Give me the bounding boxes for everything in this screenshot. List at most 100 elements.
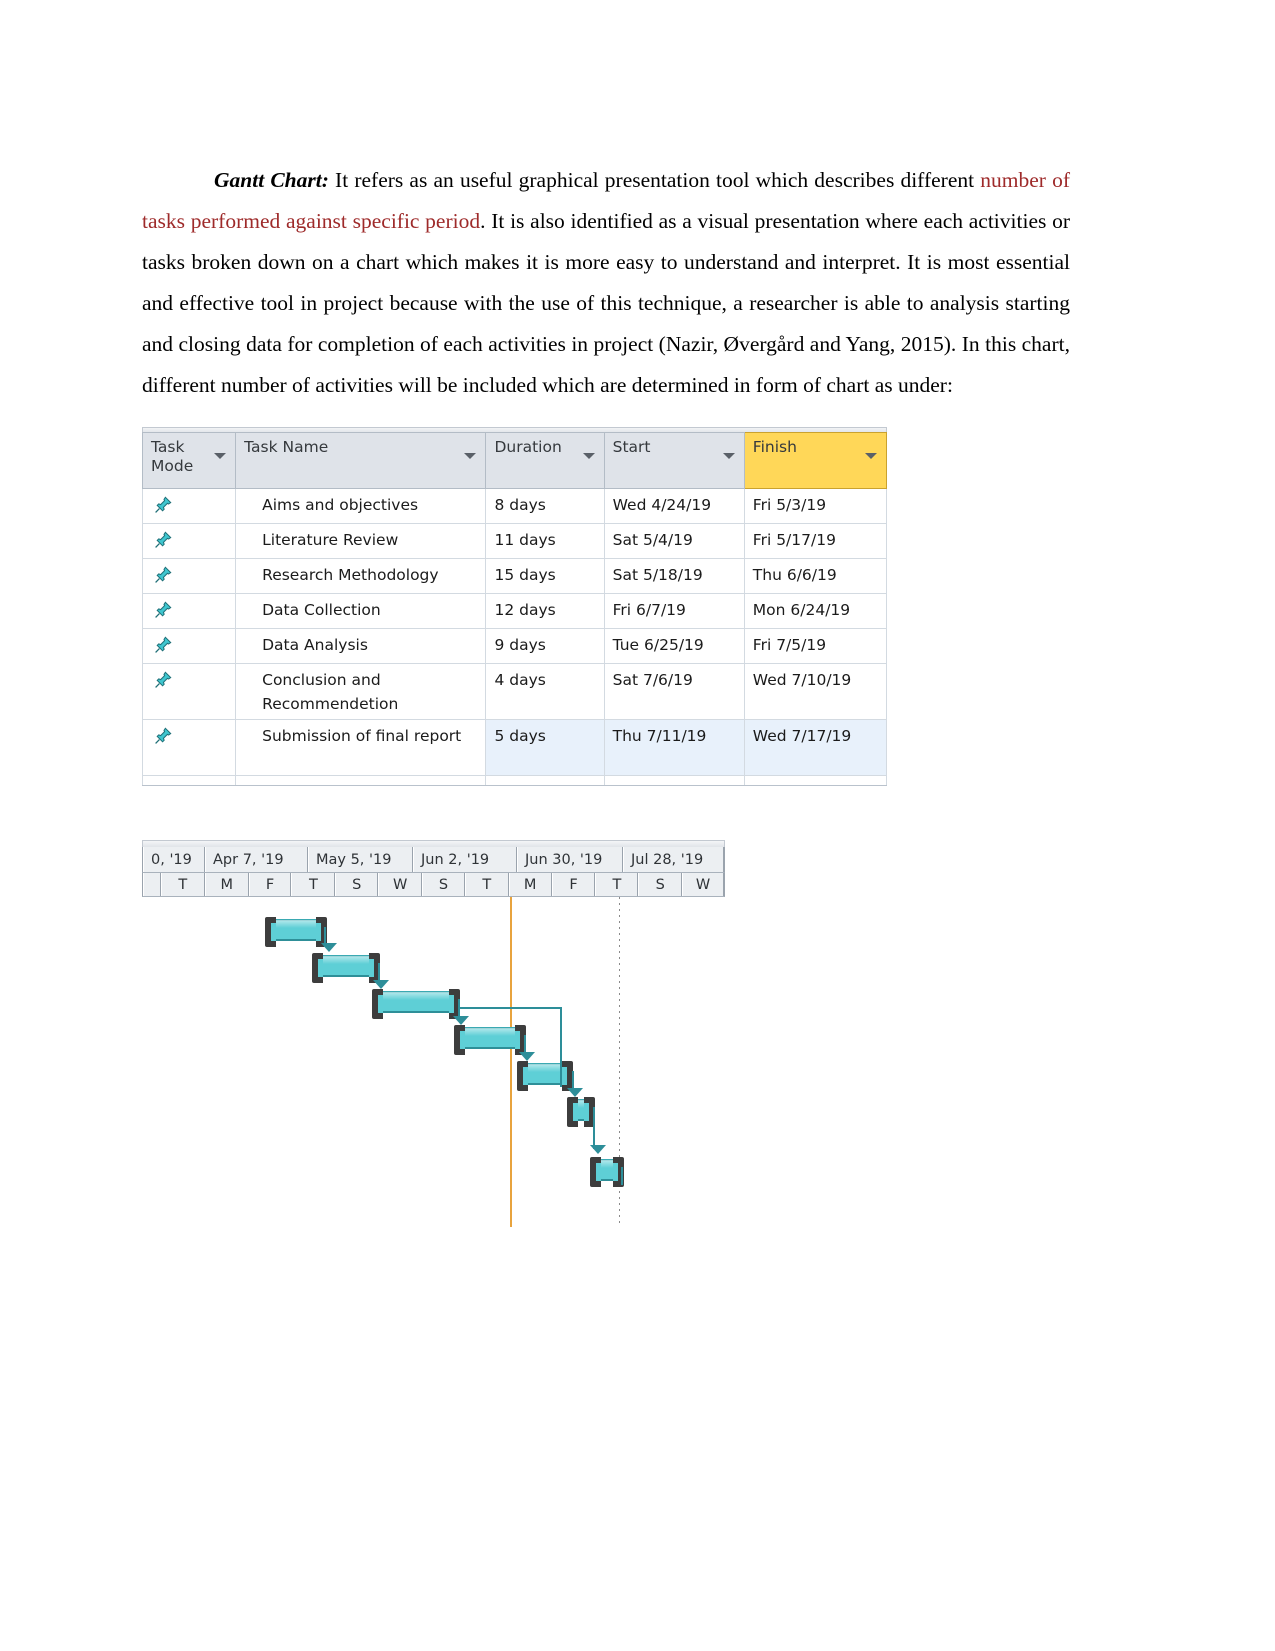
chevron-down-icon[interactable] — [722, 453, 735, 459]
bar-cap-left — [372, 989, 383, 1019]
cell-start[interactable]: Sat 5/18/19 — [603, 558, 745, 594]
gantt-bar-conclusion-and-recommendetion[interactable] — [567, 1097, 595, 1127]
cell-start[interactable]: Thu 7/11/19 — [603, 719, 745, 776]
table-body: Aims and objectives 8 days Wed 4/24/19 F… — [141, 488, 888, 786]
today-marker-line — [510, 897, 512, 1227]
gantt-bar-research-methodology[interactable] — [372, 989, 460, 1019]
bar-highlight — [458, 1028, 522, 1036]
pushpin-icon — [153, 600, 173, 620]
column-label-start: Start — [612, 438, 651, 456]
cell-start[interactable]: Wed 4/24/19 — [603, 488, 745, 524]
column-header-start[interactable]: Start — [603, 432, 745, 489]
column-header-task-mode[interactable]: Task Mode — [141, 432, 237, 489]
bar-cap-left — [567, 1097, 578, 1127]
cell-duration[interactable]: 11 days — [485, 523, 605, 559]
table-row[interactable]: Data Analysis 9 days Tue 6/25/19 Fri 7/5… — [141, 628, 888, 664]
cell-finish[interactable]: Wed 7/17/19 — [743, 719, 888, 776]
column-header-task-name[interactable]: Task Name — [235, 432, 487, 489]
cell-task-name[interactable]: Aims and objectives — [235, 488, 487, 524]
cell-task-name[interactable]: Data Collection — [235, 593, 487, 629]
column-header-duration[interactable]: Duration — [485, 432, 605, 489]
timeline-minor-tick: W — [682, 873, 724, 896]
timeline-major-tick: 0, '19 — [143, 847, 205, 872]
gantt-body — [142, 897, 725, 1227]
table-row[interactable]: Conclusion and Recommendetion 4 days Sat… — [141, 663, 888, 720]
cell-task-mode[interactable] — [141, 663, 237, 720]
cell-task-name[interactable]: Submission of final report — [235, 719, 487, 776]
cell-duration[interactable]: 8 days — [485, 488, 605, 524]
cell-start[interactable]: Sat 7/6/19 — [603, 663, 745, 720]
cell-task-name[interactable]: Literature Review — [235, 523, 487, 559]
cell-empty — [235, 775, 487, 786]
timeline-minor-tick: F — [551, 873, 596, 896]
cell-duration[interactable]: 15 days — [485, 558, 605, 594]
bar-cap-left — [590, 1157, 601, 1187]
bar-highlight — [376, 992, 456, 1000]
cell-finish[interactable]: Thu 6/6/19 — [743, 558, 888, 594]
table-row[interactable]: Literature Review 11 days Sat 5/4/19 Fri… — [141, 523, 888, 559]
timeline-minor-tick — [143, 873, 161, 896]
timeline-minor-tick: S — [422, 873, 465, 896]
cell-duration[interactable]: 12 days — [485, 593, 605, 629]
cell-task-name[interactable]: Research Methodology — [235, 558, 487, 594]
timeline-minor-tick: W — [378, 873, 423, 896]
table-row[interactable]: Data Collection 12 days Fri 6/7/19 Mon 6… — [141, 593, 888, 629]
bar-highlight — [269, 920, 323, 928]
cell-task-mode[interactable] — [141, 523, 237, 559]
chevron-down-icon[interactable] — [865, 453, 877, 459]
gantt-bar-literature-review[interactable] — [312, 953, 380, 983]
table-row[interactable]: Research Methodology 15 days Sat 5/18/19… — [141, 558, 888, 594]
cell-start[interactable]: Fri 6/7/19 — [603, 593, 745, 629]
gantt-bar-submission-of-final-report[interactable] — [590, 1157, 624, 1187]
table-row[interactable]: Submission of final report 5 days Thu 7/… — [141, 719, 888, 776]
cell-empty — [485, 775, 605, 786]
timeline-major-tick: Jun 2, '19 — [413, 847, 517, 872]
bar-cap-left — [517, 1061, 528, 1091]
cell-task-mode[interactable] — [141, 719, 237, 776]
pushpin-icon — [153, 670, 173, 690]
timeline-minor-tick: T — [464, 873, 509, 896]
cell-empty — [141, 775, 237, 786]
timeline-minor-tick: T — [160, 873, 205, 896]
pushpin-icon — [153, 495, 173, 515]
chevron-down-icon[interactable] — [214, 453, 227, 459]
cell-finish[interactable]: Fri 7/5/19 — [743, 628, 888, 664]
cell-task-mode[interactable] — [141, 593, 237, 629]
cell-task-mode[interactable] — [141, 488, 237, 524]
cell-task-name[interactable]: Data Analysis — [235, 628, 487, 664]
timeline-minor-tick: T — [595, 873, 639, 896]
table-row[interactable]: Aims and objectives 8 days Wed 4/24/19 F… — [141, 488, 888, 524]
timeline-major-tick: Jul 28, '19 — [623, 847, 724, 872]
bar-highlight — [316, 956, 376, 964]
cell-empty — [603, 775, 745, 786]
cell-finish[interactable]: Mon 6/24/19 — [743, 593, 888, 629]
chevron-down-icon[interactable] — [464, 453, 477, 459]
bar-cap-left — [454, 1025, 465, 1055]
timeline-major-tick: May 5, '19 — [308, 847, 413, 872]
cell-duration[interactable]: 9 days — [485, 628, 605, 664]
bar-cap-left — [265, 917, 276, 947]
column-label-finish: Finish — [752, 438, 797, 456]
pushpin-icon — [153, 635, 173, 655]
cell-start[interactable]: Tue 6/25/19 — [603, 628, 745, 664]
cell-duration[interactable]: 4 days — [485, 663, 605, 720]
timeline-minor-tick: F — [248, 873, 292, 896]
gantt-top-strip — [142, 840, 725, 847]
cell-task-mode[interactable] — [141, 558, 237, 594]
column-header-finish[interactable]: Finish — [743, 432, 888, 489]
cell-finish[interactable]: Wed 7/10/19 — [743, 663, 888, 720]
chevron-down-icon[interactable] — [582, 453, 595, 459]
document-page: Gantt Chart: It refers as an useful grap… — [0, 0, 1275, 1651]
cell-finish[interactable]: Fri 5/17/19 — [743, 523, 888, 559]
cell-start[interactable]: Sat 5/4/19 — [603, 523, 745, 559]
column-label-task-mode-line2: Mode — [151, 457, 194, 475]
timeline-minor-tick: S — [638, 873, 683, 896]
cell-finish[interactable]: Fri 5/3/19 — [743, 488, 888, 524]
gantt-bar-data-collection[interactable] — [454, 1025, 526, 1055]
cell-task-mode[interactable] — [141, 628, 237, 664]
cell-task-name[interactable]: Conclusion and Recommendetion — [235, 663, 487, 720]
paragraph-segment-2: . It is also identified as a visual pres… — [142, 208, 1070, 397]
cell-duration[interactable]: 5 days — [485, 719, 605, 776]
gantt-bar-aims-and-objectives[interactable] — [265, 917, 327, 947]
gantt-chart-heading: Gantt Chart: — [214, 167, 329, 192]
